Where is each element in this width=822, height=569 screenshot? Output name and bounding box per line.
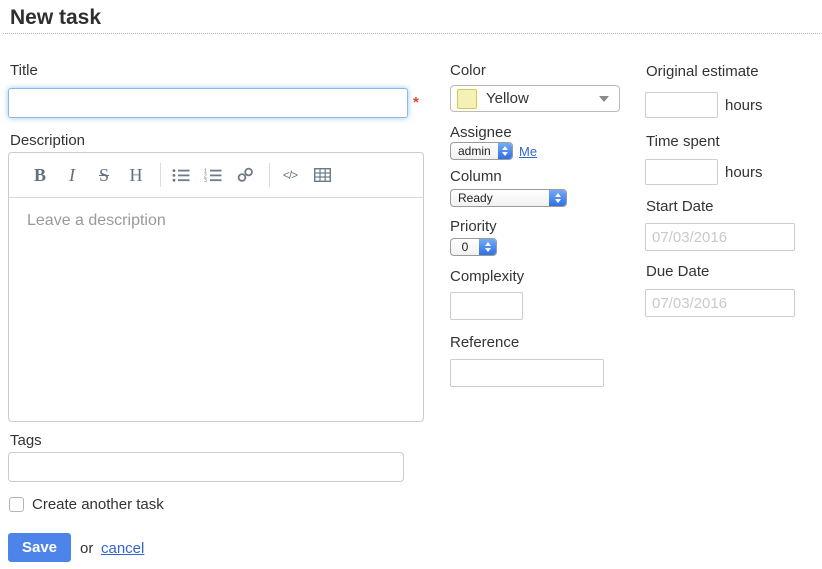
- time-spent-label: Time spent: [646, 133, 720, 150]
- save-button[interactable]: Save: [8, 533, 71, 562]
- original-estimate-unit: hours: [725, 97, 763, 114]
- toolbar-divider: [269, 163, 270, 187]
- column-select[interactable]: Ready: [450, 189, 567, 207]
- color-selected-value: Yellow: [486, 90, 599, 107]
- start-date-input[interactable]: [645, 223, 795, 251]
- reference-input[interactable]: [450, 359, 604, 387]
- insert-link-button[interactable]: [233, 160, 257, 190]
- assignee-label: Assignee: [450, 124, 512, 141]
- due-date-input[interactable]: [645, 289, 795, 317]
- column-selected-value: Ready: [451, 190, 549, 206]
- column-label: Column: [450, 168, 502, 185]
- code-block-button[interactable]: </>: [278, 160, 302, 190]
- priority-select[interactable]: 0: [450, 238, 497, 256]
- page-title: New task: [10, 6, 101, 30]
- yellow-swatch-icon: [457, 89, 477, 109]
- title-label: Title: [10, 62, 38, 79]
- description-label: Description: [10, 132, 85, 149]
- time-spent-unit: hours: [725, 164, 763, 181]
- unordered-list-button[interactable]: [169, 160, 193, 190]
- select-stepper-icon: [498, 143, 512, 159]
- select-stepper-icon: [479, 239, 496, 255]
- svg-text:3: 3: [204, 178, 207, 183]
- start-date-label: Start Date: [646, 198, 714, 215]
- create-another-checkbox[interactable]: [9, 497, 24, 512]
- reference-label: Reference: [450, 334, 519, 351]
- italic-button[interactable]: I: [60, 160, 84, 190]
- priority-label: Priority: [450, 218, 497, 235]
- editor-toolbar: B I S H 1 2 3: [9, 153, 423, 198]
- description-textarea[interactable]: [9, 198, 423, 420]
- tags-label: Tags: [10, 432, 42, 449]
- due-date-label: Due Date: [646, 263, 709, 280]
- cancel-link[interactable]: cancel: [101, 540, 144, 557]
- header-divider: [3, 33, 820, 34]
- assignee-selected-value: admin: [451, 143, 498, 159]
- time-spent-input[interactable]: [645, 159, 718, 185]
- original-estimate-input[interactable]: [645, 92, 718, 118]
- color-label: Color: [450, 62, 486, 79]
- ordered-list-icon: 1 2 3: [204, 168, 222, 183]
- required-asterisk: *: [413, 94, 419, 111]
- or-text: or: [80, 540, 93, 557]
- table-icon: [314, 168, 331, 182]
- toolbar-divider: [160, 163, 161, 187]
- bold-button[interactable]: B: [28, 160, 52, 190]
- ordered-list-button[interactable]: 1 2 3: [201, 160, 225, 190]
- complexity-input[interactable]: [450, 292, 523, 320]
- original-estimate-label: Original estimate: [646, 63, 759, 80]
- unordered-list-icon: [172, 168, 190, 183]
- select-stepper-icon: [549, 190, 566, 206]
- chevron-down-icon: [599, 96, 609, 102]
- insert-table-button[interactable]: [310, 160, 334, 190]
- heading-button[interactable]: H: [124, 160, 148, 190]
- link-icon: [236, 167, 255, 183]
- assignee-select[interactable]: admin: [450, 142, 513, 160]
- complexity-label: Complexity: [450, 268, 524, 285]
- color-dropdown[interactable]: Yellow: [450, 85, 620, 112]
- strikethrough-button[interactable]: S: [92, 160, 116, 190]
- title-input[interactable]: [8, 88, 408, 118]
- tags-input[interactable]: [8, 452, 404, 482]
- create-another-label: Create another task: [32, 496, 164, 513]
- priority-selected-value: 0: [451, 239, 479, 255]
- description-editor: B I S H 1 2 3: [8, 152, 424, 422]
- new-task-page: New task Title * Description B I S H: [0, 0, 822, 569]
- assign-me-link[interactable]: Me: [519, 144, 537, 159]
